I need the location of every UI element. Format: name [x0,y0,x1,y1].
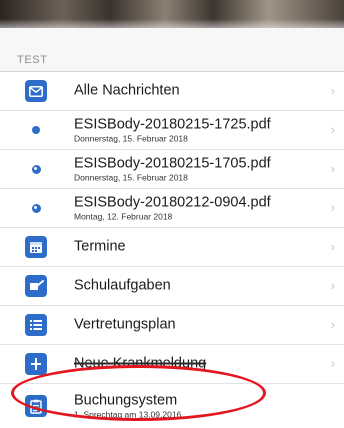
list-item-date: Donnerstag, 15. Februar 2018 [74,172,188,183]
header-photo-banner [0,0,344,28]
chevron-right-icon: › [330,317,335,332]
read-dot-icon [31,203,41,213]
list-item-schulaufgaben[interactable]: Schulaufgaben › [0,267,344,306]
list-item-label: ESISBody-20180212-0904.pdf [74,194,271,211]
list-item-message[interactable]: ESISBody-20180215-1725.pdf Donnerstag, 1… [0,111,344,150]
list-item-label: ESISBody-20180215-1705.pdf [74,155,271,172]
list-item-label: ESISBody-20180215-1725.pdf [74,116,271,133]
list-item-termine[interactable]: Termine › [0,228,344,267]
section-header: TEST [0,28,344,72]
list-item-label: Alle Nachrichten [74,82,180,99]
list-item-alle-nachrichten[interactable]: Alle Nachrichten › [0,72,344,111]
chevron-right-icon: › [330,161,335,176]
menu-list: Alle Nachrichten › ESISBody-20180215-172… [0,72,344,428]
list-item-label: Buchungsystem [74,392,178,409]
list-item-message[interactable]: ESISBody-20180215-1705.pdf Donnerstag, 1… [0,150,344,189]
list-item-message[interactable]: ESISBody-20180212-0904.pdf Montag, 12. F… [0,189,344,228]
homework-icon [25,275,47,297]
list-item-label: Neue Krankmeldung [74,355,207,372]
list-item-date: Donnerstag, 15. Februar 2018 [74,133,188,144]
read-dot-icon [31,164,41,174]
list-icon [25,314,47,336]
chevron-right-icon: › [330,83,335,98]
chevron-right-icon: › [330,278,335,293]
chevron-right-icon: › [330,356,335,371]
list-item-date: Montag, 12. Februar 2018 [74,211,173,222]
list-item-neue-krankmeldung[interactable]: Neue Krankmeldung › [0,345,344,384]
section-title: TEST [17,54,48,66]
list-item-label: Termine [74,238,126,255]
list-item-label: Vertretungsplan [74,316,176,333]
list-item-label: Schulaufgaben [74,277,171,294]
chevron-right-icon: › [330,239,335,254]
unread-dot-icon [32,126,40,134]
envelope-icon [25,80,47,102]
chevron-right-icon: › [330,122,335,137]
list-item-subtitle: 1. Sprechtag am 13.09.2016 [74,409,182,420]
medical-icon [25,353,47,375]
clipboard-icon [25,395,47,417]
chevron-right-icon: › [330,200,335,215]
calendar-icon [25,236,47,258]
list-item-vertretungsplan[interactable]: Vertretungsplan › [0,306,344,345]
list-item-buchungsystem[interactable]: Buchungsystem 1. Sprechtag am 13.09.2016 [0,384,344,428]
